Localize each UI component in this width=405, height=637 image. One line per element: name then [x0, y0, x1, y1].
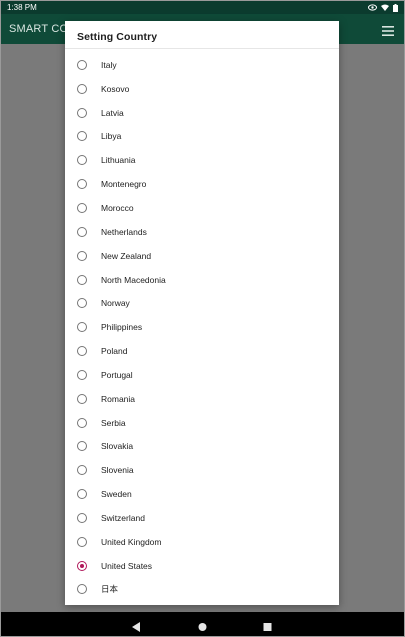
menu-icon[interactable]: [382, 23, 394, 41]
screen: 1:38 PM SMART CON Setting Country Italy …: [0, 0, 405, 637]
wifi-icon: [381, 4, 389, 11]
country-option[interactable]: Kosovo: [65, 77, 339, 101]
country-option[interactable]: United Kingdom: [65, 530, 339, 554]
country-label: New Zealand: [101, 250, 152, 261]
radio-button[interactable]: [77, 250, 87, 261]
radio-button[interactable]: [77, 298, 87, 309]
country-label: Italy: [101, 59, 117, 70]
country-label: Portugal: [101, 369, 133, 380]
radio-button[interactable]: [77, 393, 87, 404]
country-option[interactable]: Norway: [65, 291, 339, 315]
country-label: Kosovo: [101, 83, 130, 94]
country-label: Slovenia: [101, 465, 134, 476]
home-icon[interactable]: [198, 619, 207, 636]
dialog-title: Setting Country: [77, 31, 158, 43]
country-label: United Kingdom: [101, 536, 162, 547]
country-label: Sweden: [101, 489, 132, 500]
radio-button[interactable]: [77, 560, 87, 571]
radio-button[interactable]: [77, 465, 87, 476]
radio-button[interactable]: [77, 536, 87, 547]
radio-button[interactable]: [77, 83, 87, 94]
country-label: United States: [101, 560, 153, 571]
radio-button[interactable]: [77, 131, 87, 142]
country-option[interactable]: Italy: [65, 53, 339, 77]
country-label: Switzerland: [101, 512, 145, 523]
status-icons: [368, 1, 398, 14]
recents-icon[interactable]: [263, 619, 272, 636]
status-time: 1:38 PM: [7, 3, 37, 12]
country-label: Lithuania: [101, 155, 136, 166]
country-option[interactable]: Lithuania: [65, 148, 339, 172]
radio-button[interactable]: [77, 179, 87, 190]
radio-button[interactable]: [77, 274, 87, 285]
country-label: Serbia: [101, 417, 126, 428]
country-label: North Macedonia: [101, 274, 166, 285]
radio-button[interactable]: [77, 417, 87, 428]
eye-icon: [368, 4, 377, 11]
country-label: Norway: [101, 298, 130, 309]
country-option[interactable]: Switzerland: [65, 506, 339, 530]
status-bar: 1:38 PM: [1, 1, 404, 14]
country-label: Philippines: [101, 322, 143, 333]
radio-button[interactable]: [77, 512, 87, 523]
dialog-divider: [65, 48, 339, 49]
country-label: Latvia: [101, 107, 124, 118]
radio-button[interactable]: [77, 322, 87, 333]
radio-button[interactable]: [77, 155, 87, 166]
country-option[interactable]: New Zealand: [65, 244, 339, 268]
country-option[interactable]: 日本: [65, 578, 339, 602]
country-option[interactable]: Serbia: [65, 411, 339, 435]
country-option[interactable]: Montenegro: [65, 172, 339, 196]
radio-button[interactable]: [77, 202, 87, 213]
back-icon[interactable]: [132, 619, 141, 636]
navigation-bar: [1, 612, 404, 636]
country-option[interactable]: North Macedonia: [65, 268, 339, 292]
country-option[interactable]: Slovakia: [65, 435, 339, 459]
country-label: Morocco: [101, 202, 134, 213]
radio-button[interactable]: [77, 346, 87, 357]
country-option[interactable]: Latvia: [65, 101, 339, 125]
radio-button[interactable]: [77, 489, 87, 500]
country-label: Libya: [101, 131, 122, 142]
country-label: Slovakia: [101, 441, 134, 452]
country-option[interactable]: Libya: [65, 125, 339, 149]
country-options-list: Italy Kosovo Latvia Libya Lithuania Mont…: [65, 53, 339, 601]
country-label: Romania: [101, 393, 136, 404]
country-option[interactable]: Slovenia: [65, 458, 339, 482]
radio-button[interactable]: [77, 441, 87, 452]
country-option[interactable]: Portugal: [65, 363, 339, 387]
country-label: 日本: [101, 584, 119, 595]
country-option[interactable]: Poland: [65, 339, 339, 363]
country-label: Netherlands: [101, 226, 147, 237]
country-dialog: Setting Country Italy Kosovo Latvia Liby…: [65, 21, 339, 605]
battery-icon: [393, 3, 398, 12]
country-option[interactable]: Philippines: [65, 315, 339, 339]
country-option[interactable]: Netherlands: [65, 220, 339, 244]
country-label: Poland: [101, 346, 128, 357]
country-option[interactable]: United States: [65, 554, 339, 578]
radio-button[interactable]: [77, 107, 87, 118]
country-option[interactable]: Morocco: [65, 196, 339, 220]
radio-button[interactable]: [77, 369, 87, 380]
radio-button[interactable]: [77, 584, 87, 595]
radio-button[interactable]: [77, 226, 87, 237]
radio-button[interactable]: [77, 59, 87, 70]
country-option[interactable]: Sweden: [65, 482, 339, 506]
country-option[interactable]: Romania: [65, 387, 339, 411]
country-label: Montenegro: [101, 179, 147, 190]
